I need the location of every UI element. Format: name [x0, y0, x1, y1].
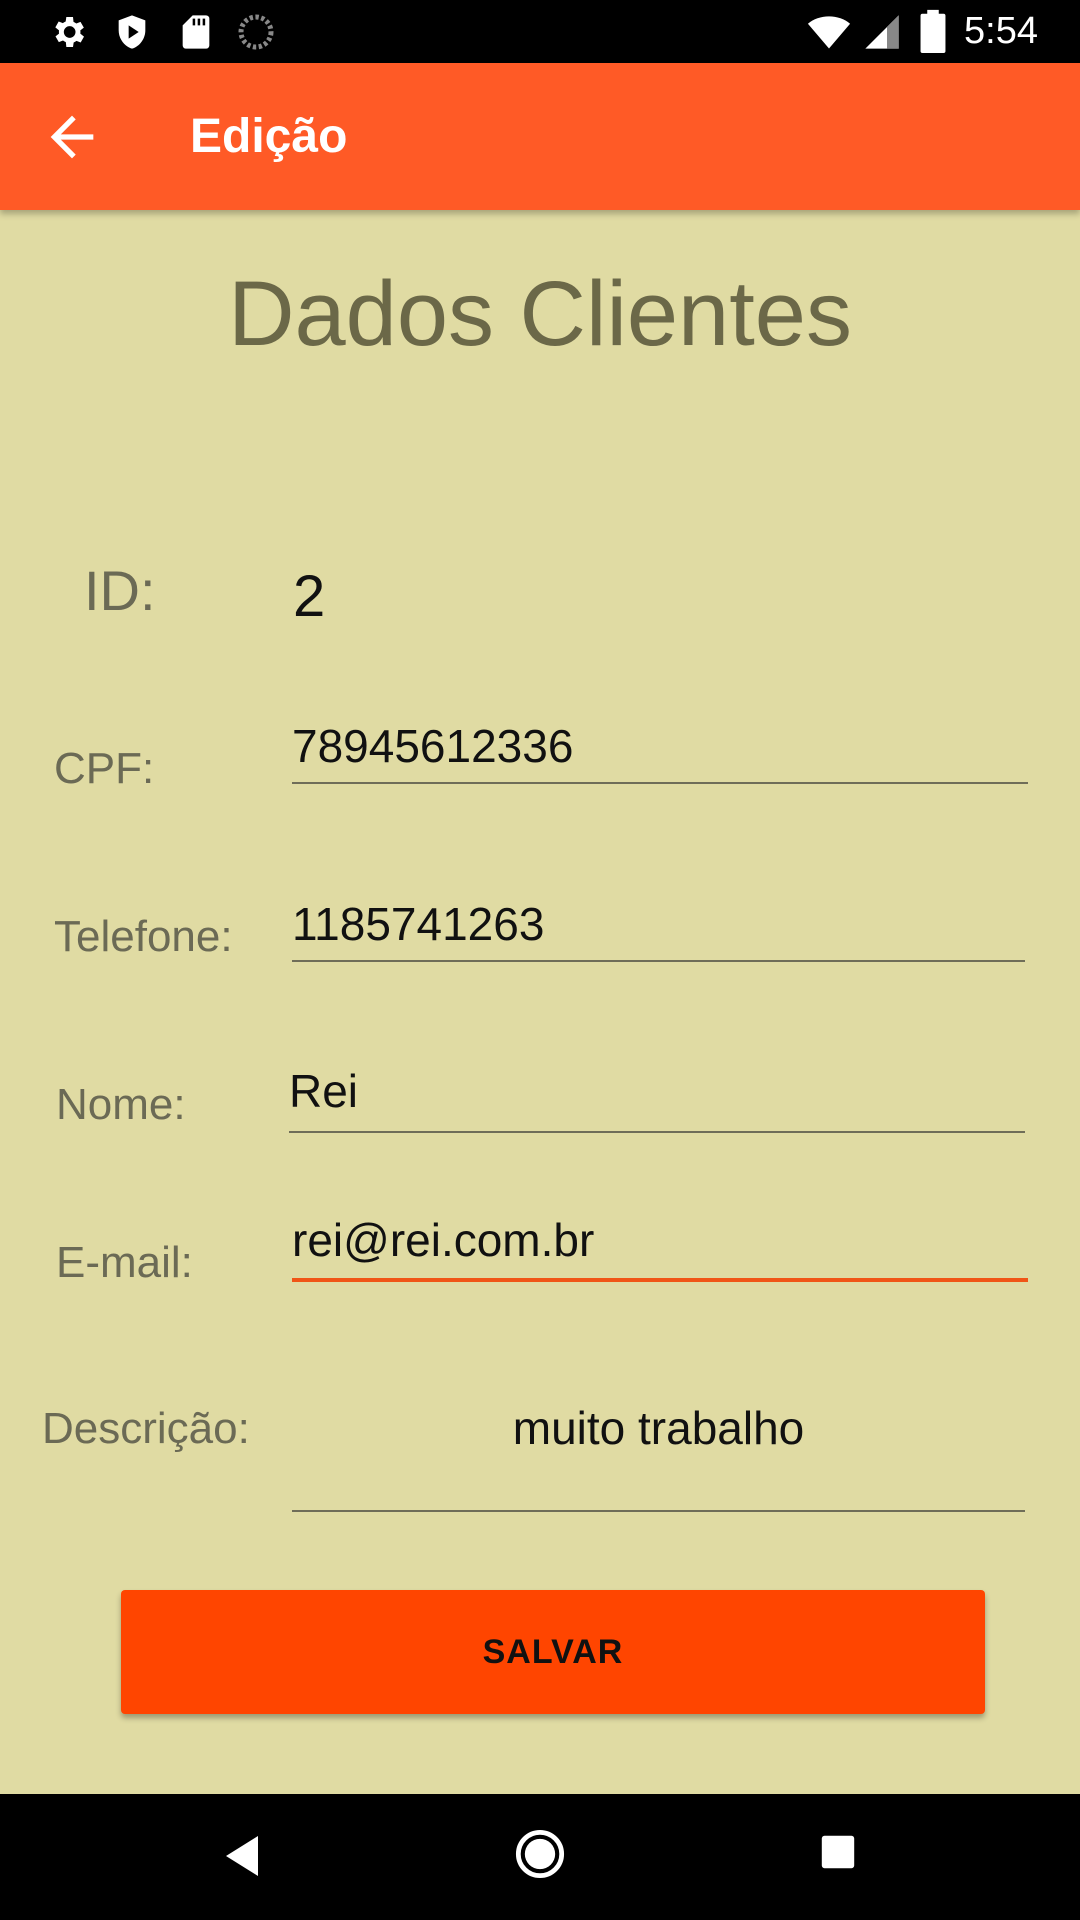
- cpf-field[interactable]: 78945612336: [292, 718, 1028, 784]
- wifi-icon: [807, 16, 851, 49]
- nome-field[interactable]: Rei: [289, 1063, 1025, 1133]
- sync-icon: [238, 14, 274, 50]
- signal-icon: [865, 15, 899, 49]
- settings-icon: [55, 17, 84, 47]
- id-value: 2: [293, 564, 326, 629]
- email-field[interactable]: rei@rei.com.br: [292, 1212, 1028, 1282]
- email-label: E-mail:: [56, 1238, 193, 1287]
- descricao-field[interactable]: muito trabalho: [292, 1400, 1025, 1512]
- back-triangle-icon[interactable]: [222, 1832, 262, 1880]
- app-bar-title: Edição: [190, 110, 348, 163]
- shield-icon: [118, 15, 146, 49]
- id-label: ID:: [84, 559, 156, 622]
- telefone-field[interactable]: 1185741263: [292, 896, 1025, 962]
- cpf-label: CPF:: [54, 744, 155, 793]
- arrow-back-icon[interactable]: [40, 105, 104, 169]
- save-button[interactable]: SALVAR: [121, 1590, 985, 1714]
- telefone-label: Telefone:: [54, 912, 233, 961]
- page-title: Dados Clientes: [228, 263, 852, 365]
- app-bar: Edição: [0, 63, 1080, 210]
- status-bar: 5:54: [0, 0, 1080, 63]
- status-time: 5:54: [964, 10, 1038, 52]
- nome-label: Nome:: [56, 1080, 186, 1129]
- descricao-label: Descrição:: [42, 1404, 250, 1453]
- navigation-bar: [0, 1794, 1080, 1920]
- sd-card-icon: [182, 15, 210, 49]
- home-circle-icon[interactable]: [514, 1828, 566, 1880]
- recents-square-icon[interactable]: [820, 1834, 856, 1870]
- battery-icon: [920, 9, 946, 54]
